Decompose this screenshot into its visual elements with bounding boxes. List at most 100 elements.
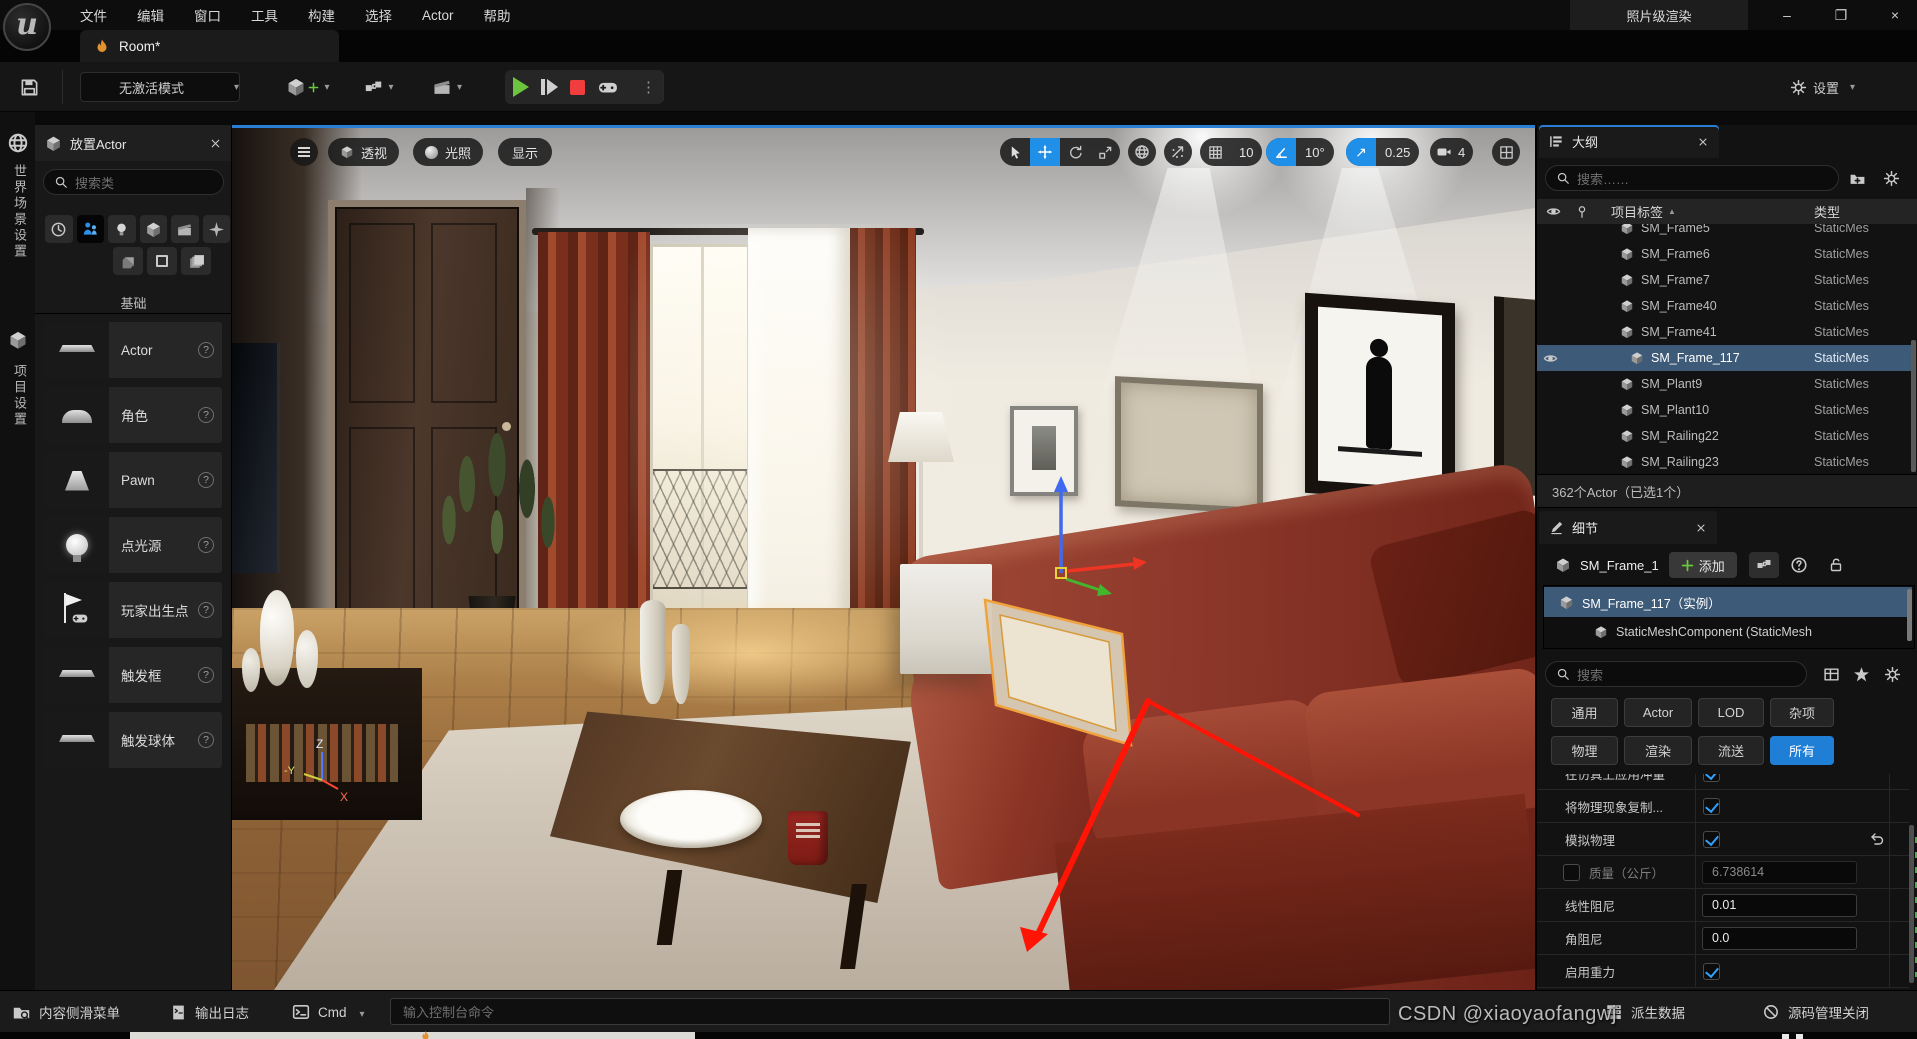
place-search-input[interactable]: 搜索类 bbox=[43, 169, 224, 195]
property-row-angular-damping[interactable]: 角阻尼 0.0 bbox=[1537, 922, 1909, 955]
checkbox[interactable] bbox=[1703, 831, 1720, 848]
mass-input[interactable]: 6.738614 bbox=[1702, 860, 1857, 884]
save-button[interactable] bbox=[12, 72, 46, 102]
tab-physics[interactable]: 物理 bbox=[1551, 736, 1618, 765]
derived-data-button[interactable]: 派生数据 bbox=[1605, 991, 1685, 1033]
menu-window[interactable]: 窗口 bbox=[194, 5, 221, 25]
details-scrollbar[interactable] bbox=[1909, 825, 1914, 983]
close-icon[interactable] bbox=[1695, 522, 1707, 534]
blueprint-convert-button[interactable] bbox=[1748, 552, 1779, 578]
select-tool[interactable] bbox=[1000, 138, 1030, 166]
angular-damping-input[interactable]: 0.0 bbox=[1702, 926, 1857, 950]
perspective-button[interactable]: 透视 bbox=[328, 138, 400, 166]
menu-actor[interactable]: Actor bbox=[422, 8, 454, 23]
tab-lod[interactable]: LOD bbox=[1698, 698, 1764, 727]
help-icon[interactable]: ? bbox=[198, 602, 214, 618]
checkbox[interactable] bbox=[1703, 963, 1720, 980]
outliner-row[interactable]: SM_Frame7 StaticMes bbox=[1537, 267, 1909, 293]
category-lights[interactable] bbox=[108, 215, 136, 243]
console-input[interactable]: 输入控制台命令 bbox=[390, 998, 1390, 1025]
add-component-button[interactable]: 添加 bbox=[1668, 552, 1737, 578]
category-cinematic[interactable] bbox=[171, 215, 199, 243]
help-icon[interactable]: ? bbox=[198, 732, 214, 748]
place-item-pointlight[interactable]: 点光源? bbox=[45, 517, 222, 573]
place-item-playerstart[interactable]: 玩家出生点? bbox=[45, 582, 222, 638]
scale-snap-value[interactable]: 0.25 bbox=[1376, 138, 1419, 166]
restore-button[interactable]: ❐ bbox=[1824, 0, 1858, 30]
override-checkbox[interactable] bbox=[1563, 864, 1580, 881]
component-scrollbar[interactable] bbox=[1907, 589, 1912, 641]
tab-general[interactable]: 通用 bbox=[1551, 698, 1618, 727]
scale-tool[interactable] bbox=[1090, 138, 1120, 166]
category-shapes[interactable] bbox=[139, 215, 167, 243]
column-item-label[interactable]: 项目标签 bbox=[1611, 202, 1663, 221]
outliner-row[interactable]: SM_Frame6 StaticMes bbox=[1537, 241, 1909, 267]
help-icon[interactable]: ? bbox=[198, 537, 214, 553]
category-effects[interactable] bbox=[202, 215, 230, 243]
details-settings-icon[interactable] bbox=[1884, 666, 1901, 683]
place-item-character[interactable]: 角色? bbox=[45, 387, 222, 443]
place-item-actor[interactable]: Actor? bbox=[45, 322, 222, 378]
outliner-row[interactable]: SM_Frame5 StaticMes bbox=[1537, 224, 1909, 241]
photoreal-render-button[interactable]: 照片级渲染 bbox=[1570, 0, 1748, 30]
close-button[interactable]: × bbox=[1878, 0, 1912, 30]
component-row-staticmesh[interactable]: StaticMeshComponent (StaticMesh bbox=[1544, 617, 1912, 647]
source-control-button[interactable]: 源码管理关闭 bbox=[1762, 991, 1869, 1033]
outliner-scrollbar[interactable] bbox=[1911, 340, 1916, 472]
rotate-tool[interactable] bbox=[1060, 138, 1090, 166]
linear-damping-input[interactable]: 0.01 bbox=[1702, 893, 1857, 917]
minimize-button[interactable]: – bbox=[1770, 0, 1804, 30]
pin-icon[interactable] bbox=[1575, 205, 1589, 219]
help-icon[interactable] bbox=[1790, 556, 1808, 574]
gamepad-icon[interactable] bbox=[597, 76, 619, 98]
category-basic[interactable] bbox=[76, 215, 104, 243]
property-row-replicate[interactable]: 将物理现象复制... bbox=[1537, 790, 1909, 823]
stop-button[interactable] bbox=[570, 79, 585, 95]
grid-snap-toggle[interactable] bbox=[1200, 138, 1230, 166]
move-tool[interactable] bbox=[1030, 138, 1060, 166]
maximize-viewport-button[interactable] bbox=[1492, 138, 1520, 166]
add-actor-button[interactable] bbox=[282, 72, 334, 102]
add-folder-icon[interactable] bbox=[1849, 170, 1866, 187]
outliner-row[interactable]: SM_Frame40 StaticMes bbox=[1537, 293, 1909, 319]
help-icon[interactable]: ? bbox=[198, 342, 214, 358]
eye-icon[interactable] bbox=[1546, 204, 1561, 219]
cinematics-button[interactable] bbox=[424, 72, 470, 102]
place-item-triggersphere[interactable]: 触发球体? bbox=[45, 712, 222, 768]
property-row-simulate-physics[interactable]: 模拟物理 bbox=[1537, 823, 1909, 856]
lit-mode-button[interactable]: 光照 bbox=[413, 138, 484, 166]
menu-build[interactable]: 构建 bbox=[308, 5, 335, 25]
tab-misc[interactable]: 杂项 bbox=[1770, 698, 1834, 727]
outliner-row-selected[interactable]: SM_Frame_117 StaticMes bbox=[1537, 345, 1915, 371]
category-volumes[interactable] bbox=[181, 247, 211, 275]
close-icon[interactable] bbox=[1697, 136, 1709, 148]
grid-snap-value[interactable]: 10 bbox=[1230, 138, 1262, 166]
place-item-pawn[interactable]: Pawn? bbox=[45, 452, 222, 508]
help-icon[interactable]: ? bbox=[198, 472, 214, 488]
outliner-row[interactable]: SM_Railing22 StaticMes bbox=[1537, 423, 1909, 449]
outliner-row[interactable]: SM_Plant9 StaticMes bbox=[1537, 371, 1909, 397]
help-icon[interactable]: ? bbox=[198, 667, 214, 683]
menu-help[interactable]: 帮助 bbox=[484, 5, 511, 25]
tab-details[interactable]: 细节 bbox=[1539, 511, 1717, 544]
surface-snapping-button[interactable] bbox=[1164, 138, 1192, 166]
component-row-instance[interactable]: SM_Frame_117（实例） bbox=[1544, 587, 1912, 617]
column-type[interactable]: 类型 bbox=[1814, 202, 1840, 221]
place-item-triggerbox[interactable]: 触发框? bbox=[45, 647, 222, 703]
category-geometry[interactable] bbox=[113, 247, 143, 275]
outliner-row[interactable]: SM_Frame41 StaticMes bbox=[1537, 319, 1909, 345]
tab-room[interactable]: Room* bbox=[80, 30, 339, 62]
outliner-row[interactable]: SM_Plant10 StaticMes bbox=[1537, 397, 1909, 423]
checkbox[interactable] bbox=[1703, 774, 1720, 782]
checkbox[interactable] bbox=[1703, 798, 1720, 815]
outliner-search-input[interactable]: 搜索…… bbox=[1545, 165, 1839, 191]
viewport-3d[interactable]: Z -Y X 透视 光照 显示 10 10° ↗ 0.25 4 bbox=[232, 125, 1535, 990]
world-settings-label[interactable]: 世界场景设置 bbox=[10, 164, 29, 260]
eye-icon[interactable] bbox=[1543, 351, 1558, 366]
play-options-button[interactable]: ⋮ bbox=[641, 78, 656, 96]
menu-edit[interactable]: 编辑 bbox=[137, 5, 164, 25]
step-button[interactable] bbox=[541, 79, 558, 95]
help-icon[interactable]: ? bbox=[198, 407, 214, 423]
property-row-enable-gravity[interactable]: 启用重力 bbox=[1537, 955, 1909, 988]
outliner-settings-icon[interactable] bbox=[1883, 170, 1900, 187]
